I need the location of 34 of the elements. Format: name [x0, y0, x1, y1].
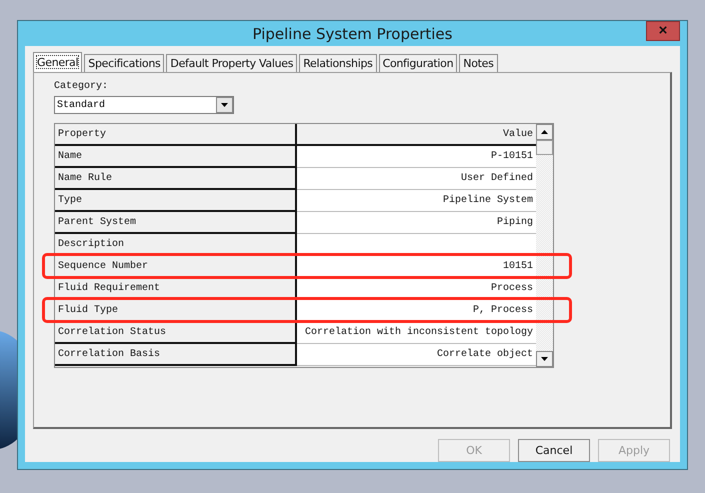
- up-arrow-icon: [541, 130, 548, 134]
- scroll-up-button[interactable]: [536, 124, 553, 140]
- value-cell: Piping: [297, 212, 536, 234]
- value-cell: P, Process: [297, 300, 536, 322]
- value-cell: P-10151: [297, 146, 536, 168]
- down-arrow-icon: [221, 103, 228, 107]
- value-cell: User Defined: [297, 168, 536, 190]
- property-cell: Sequence Number: [55, 256, 297, 278]
- tab[interactable]: Default Property Values: [166, 54, 298, 72]
- column-header: Property: [55, 124, 297, 146]
- property-cell: Name: [55, 146, 297, 168]
- value-cell: Pipeline System: [297, 190, 536, 212]
- value-cell: Correlation with inconsistent topology: [297, 322, 536, 344]
- value-cell: 10151: [297, 256, 536, 278]
- down-arrow-icon: [541, 357, 548, 361]
- dialog-button[interactable]: Cancel: [518, 439, 590, 462]
- value-cell: Correlate object: [297, 344, 536, 366]
- tab[interactable]: Notes: [459, 54, 498, 72]
- scrollbar-thumb[interactable]: [536, 140, 553, 155]
- tab[interactable]: Configuration: [378, 54, 458, 72]
- tab[interactable]: General: [33, 52, 82, 72]
- close-button[interactable]: ×: [646, 21, 680, 41]
- tab[interactable]: Relationships: [299, 54, 377, 72]
- category-dropdown[interactable]: Standard: [54, 96, 234, 114]
- property-cell: Type: [55, 190, 297, 212]
- scroll-down-button[interactable]: [536, 351, 553, 367]
- property-cell: Correlation Status: [55, 322, 297, 344]
- property-cell: Name Rule: [55, 168, 297, 190]
- window-title: Pipeline System Properties: [252, 24, 452, 42]
- tab[interactable]: Specifications: [84, 54, 164, 72]
- scrollbar[interactable]: [536, 124, 553, 367]
- property-cell: Parent System: [55, 212, 297, 234]
- category-label: Category:: [54, 81, 110, 92]
- property-cell: Correlation Basis: [55, 344, 297, 366]
